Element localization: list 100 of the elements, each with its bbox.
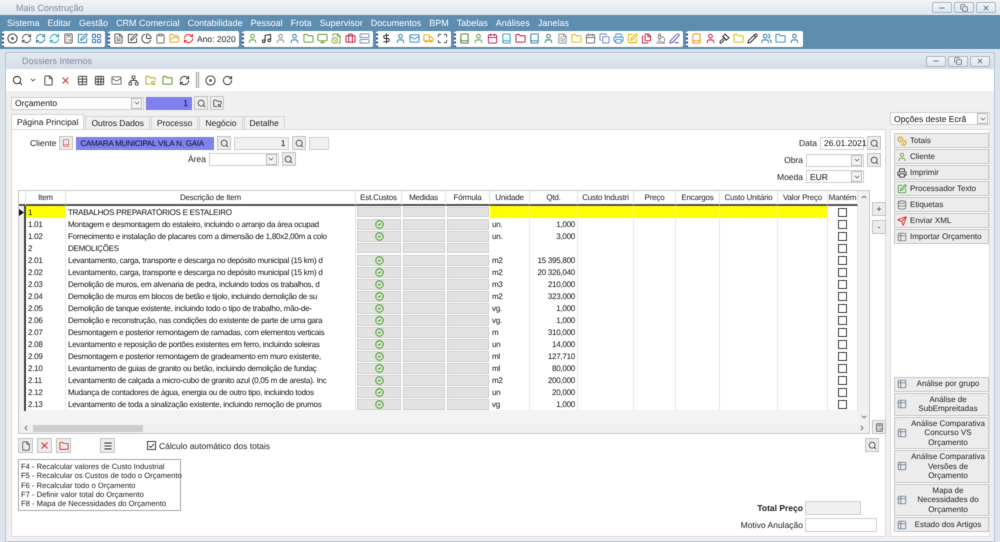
person-icon[interactable] — [542, 33, 554, 44]
person-icon[interactable] — [288, 33, 300, 44]
menu-item[interactable]: Tabelas — [452, 18, 492, 28]
clipboard-icon[interactable] — [155, 33, 166, 44]
delete-icon[interactable] — [60, 74, 71, 86]
checkbox[interactable] — [838, 304, 847, 313]
menu-item[interactable]: Supervisor — [316, 18, 367, 28]
menu-item[interactable]: Editar — [44, 18, 76, 28]
remove-row-button[interactable]: - — [872, 220, 886, 234]
checkbox[interactable] — [838, 364, 847, 373]
checkbox[interactable] — [838, 256, 847, 265]
briefcase-icon[interactable] — [344, 33, 356, 44]
checkbox[interactable] — [838, 292, 847, 301]
copy-icon[interactable] — [598, 33, 610, 44]
action-button[interactable]: Importar Orçamento — [894, 229, 989, 244]
refresh-icon[interactable] — [21, 33, 32, 44]
checkbox[interactable] — [838, 268, 847, 277]
client-number-field[interactable]: 1 — [234, 136, 290, 150]
action-button[interactable]: Totais — [894, 133, 989, 148]
folder-icon[interactable] — [774, 33, 786, 44]
checkbox[interactable] — [838, 352, 847, 361]
menu-item[interactable]: Contabilidade — [184, 18, 247, 28]
calendar-icon[interactable] — [584, 33, 596, 44]
action-button[interactable]: Processador Texto — [894, 181, 989, 196]
server-icon[interactable] — [358, 33, 370, 44]
printer-icon[interactable] — [612, 33, 624, 44]
dollar-icon[interactable] — [380, 33, 392, 44]
checkbox[interactable] — [838, 244, 847, 252]
monitor-icon[interactable] — [316, 33, 328, 44]
checkbox[interactable] — [147, 441, 156, 450]
person-icon[interactable] — [394, 33, 406, 44]
search-button[interactable] — [292, 136, 306, 150]
documents-icon[interactable] — [640, 33, 652, 44]
edit-icon[interactable] — [127, 33, 138, 44]
edit-icon[interactable] — [77, 33, 88, 44]
minimize-button[interactable] — [926, 56, 946, 66]
menu-item[interactable]: Pessoal — [246, 18, 287, 28]
search-button[interactable] — [194, 96, 208, 110]
input-field[interactable] — [309, 136, 330, 150]
restore-button[interactable] — [954, 2, 974, 13]
checkbox[interactable] — [838, 220, 847, 229]
disc-icon[interactable] — [205, 74, 216, 86]
horizontal-scrollbar[interactable] — [19, 423, 869, 433]
vertical-scrollbar[interactable] — [858, 191, 869, 423]
search-button[interactable] — [282, 152, 296, 166]
person-icon[interactable] — [704, 33, 716, 44]
expand-icon[interactable] — [436, 33, 448, 44]
menu-item[interactable]: Gestão — [75, 18, 112, 28]
search-button[interactable] — [867, 136, 881, 150]
analysis-button[interactable]: Estado dos Artigos — [894, 517, 989, 532]
tab[interactable]: Página Principal — [11, 114, 84, 129]
document-type-select[interactable]: Orçamento — [11, 96, 144, 110]
action-button[interactable]: Cliente — [894, 149, 989, 164]
year-label[interactable]: Ano: 2020 — [197, 34, 236, 44]
add-row-button[interactable]: + — [872, 202, 886, 216]
scrollbar-thumb[interactable] — [33, 424, 143, 432]
analysis-button[interactable]: Análise Comparativa Versões de Orçamento — [894, 450, 989, 482]
menu-item[interactable]: CRM Comercial — [112, 18, 184, 28]
calendar-icon[interactable] — [486, 33, 498, 44]
disc-icon[interactable] — [7, 33, 18, 44]
checkbox[interactable] — [838, 340, 847, 349]
checkbox[interactable] — [838, 388, 847, 397]
rotate-icon[interactable] — [222, 74, 233, 86]
calculator-icon[interactable] — [63, 33, 74, 44]
document-icon[interactable] — [330, 33, 342, 44]
document-number-field[interactable]: 1 — [146, 96, 192, 110]
checkbox[interactable] — [838, 280, 847, 289]
tab[interactable]: Outros Dados — [85, 116, 150, 129]
pie-chart-icon[interactable] — [141, 33, 152, 44]
folder-button[interactable] — [56, 438, 71, 453]
menu-item[interactable]: Análises — [492, 18, 534, 28]
action-button[interactable]: Enviar XML — [894, 213, 989, 228]
menu-button[interactable] — [100, 438, 115, 453]
currency-select[interactable]: EUR — [806, 170, 864, 183]
people-icon[interactable] — [760, 33, 772, 44]
caret-icon[interactable] — [29, 76, 37, 84]
calculator-button[interactable] — [872, 420, 886, 434]
tab[interactable]: Detalhe — [244, 116, 285, 129]
new-button[interactable] — [18, 438, 33, 453]
book-icon[interactable] — [500, 33, 512, 44]
search-icon[interactable] — [12, 74, 23, 86]
book-icon[interactable] — [528, 33, 540, 44]
tab[interactable]: Processo — [150, 116, 198, 129]
analysis-button[interactable]: Análise por grupo — [894, 376, 989, 392]
action-button[interactable]: Imprimir — [894, 165, 989, 180]
search-button[interactable] — [867, 153, 881, 167]
action-button[interactable]: Etiquetas — [894, 197, 989, 212]
folder-icon[interactable] — [302, 33, 314, 44]
microscope-icon[interactable] — [654, 33, 666, 44]
pen-icon[interactable] — [668, 33, 680, 44]
folder-icon[interactable] — [514, 33, 526, 44]
checkbox[interactable] — [838, 400, 847, 409]
checkbox[interactable] — [838, 376, 847, 385]
menu-item[interactable]: Documentos — [366, 18, 426, 28]
grid-icon[interactable] — [94, 74, 105, 86]
menu-item[interactable]: BPM — [425, 18, 453, 28]
document-icon[interactable] — [113, 33, 124, 44]
restore-button[interactable] — [948, 56, 968, 66]
folder-icon[interactable] — [162, 74, 173, 86]
cancel-reason-field[interactable] — [805, 518, 877, 532]
